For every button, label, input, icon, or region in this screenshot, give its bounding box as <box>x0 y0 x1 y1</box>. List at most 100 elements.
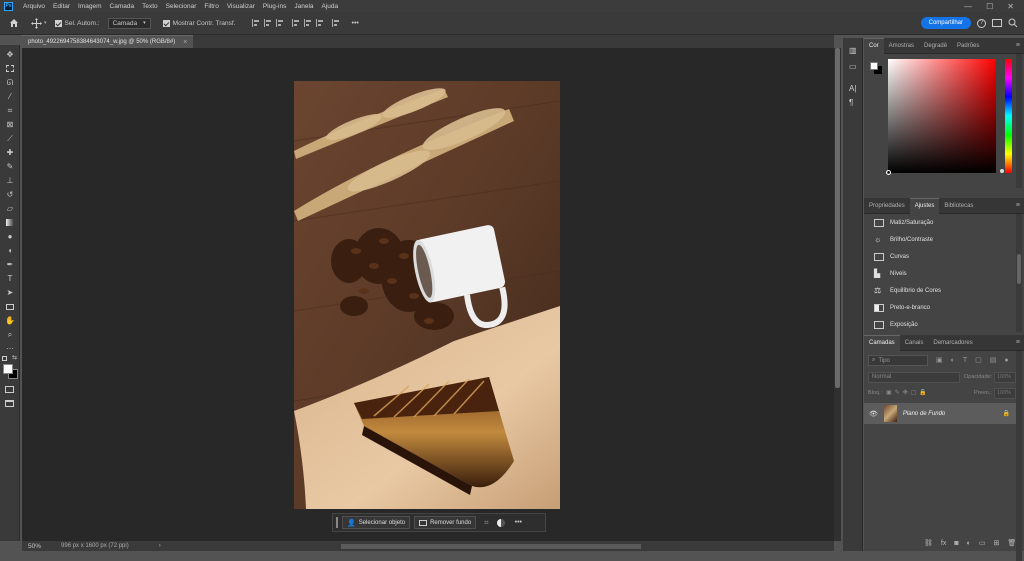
history-icon[interactable]: ▥ <box>849 46 857 55</box>
tab-cor[interactable]: Cor <box>864 37 884 54</box>
opacity-input[interactable]: 100% <box>994 372 1016 383</box>
adjust-item-hue-saturation[interactable]: Matiz/Saturação <box>864 214 1024 231</box>
layer-filter-search[interactable]: ⌕ Tipo <box>868 355 928 366</box>
adjust-item-color-balance[interactable]: ⚖ Equilíbrio de Cores <box>864 282 1024 299</box>
color-field[interactable] <box>888 59 996 173</box>
pen-tool-icon[interactable]: ✒ <box>5 260 15 270</box>
menu-selecionar[interactable]: Selecionar <box>162 3 201 10</box>
adjust-item-exposure[interactable]: Exposição <box>864 316 1024 332</box>
marquee-tool-icon[interactable] <box>5 64 15 74</box>
lock-icons[interactable]: ▣✎✥▢🔒 <box>886 389 930 396</box>
screen-mode-icon[interactable] <box>5 399 15 409</box>
align-left-icon[interactable] <box>251 19 260 27</box>
workspace-icon[interactable] <box>992 19 1002 27</box>
frame-tool-icon[interactable]: ⊠ <box>5 120 15 130</box>
new-layer-icon[interactable]: ⊞ <box>993 539 999 547</box>
document-tab[interactable]: photo_4922694758384643074_w.jpg @ 50% (R… <box>22 35 194 48</box>
blur-tool-icon[interactable]: ● <box>5 232 15 242</box>
panel-menu-icon[interactable]: ≡ <box>1016 42 1020 49</box>
canvas-area[interactable]: 👤 Selecionar objeto Remover fundo ⌗ ••• <box>22 48 834 541</box>
zoom-tool-icon[interactable]: ⌕ <box>5 330 15 340</box>
stamp-tool-icon[interactable]: ⊥ <box>5 176 15 186</box>
home-icon[interactable] <box>9 18 19 28</box>
menu-imagem[interactable]: Imagem <box>74 3 105 10</box>
healing-brush-icon[interactable]: ✚ <box>5 148 15 158</box>
tab-demarcadores[interactable]: Demarcadores <box>928 335 977 351</box>
panel-scrollbar[interactable] <box>1016 214 1022 332</box>
scrollbar-thumb[interactable] <box>340 543 641 549</box>
menu-ajuda[interactable]: Ajuda <box>318 3 343 10</box>
chevron-right-icon[interactable]: › <box>159 543 161 549</box>
type-tool-icon[interactable]: T <box>5 274 15 284</box>
document-info[interactable]: 996 px x 1600 px (72 ppi) <box>61 543 129 549</box>
adjustment-filter-icon[interactable]: ◐ <box>951 357 955 364</box>
tab-ajustes[interactable]: Ajustes <box>909 197 940 214</box>
document-image[interactable] <box>294 81 560 509</box>
panel-menu-icon[interactable]: ≡ <box>1016 339 1020 346</box>
link-icon[interactable]: ⛓ <box>924 539 933 547</box>
show-transform-checkbox[interactable] <box>162 19 170 27</box>
help-icon[interactable]: ? <box>977 18 986 28</box>
move-tool-icon[interactable]: ✥ <box>5 50 15 60</box>
more-options-button[interactable]: ••• <box>352 20 359 27</box>
align-top-icon[interactable] <box>291 19 300 27</box>
tab-camadas[interactable]: Camadas <box>864 334 900 351</box>
menu-janela[interactable]: Janela <box>290 3 317 10</box>
history-brush-icon[interactable]: ↺ <box>5 190 15 200</box>
align-middle-icon[interactable] <box>303 19 312 27</box>
hue-slider-handle[interactable] <box>1000 169 1004 173</box>
show-transform-option[interactable]: Mostrar Contr. Transf. <box>162 19 236 27</box>
menu-editar[interactable]: Editar <box>49 3 74 10</box>
zoom-level[interactable]: 50% <box>28 543 41 550</box>
tab-degrade[interactable]: Degradê <box>919 38 952 54</box>
layer-name[interactable]: Plano de Fundo <box>903 411 945 417</box>
tab-padroes[interactable]: Padrões <box>952 38 984 54</box>
shape-filter-icon[interactable]: ▢ <box>975 356 982 364</box>
distribute-icon[interactable] <box>331 19 340 27</box>
align-center-icon[interactable] <box>263 19 272 27</box>
share-button[interactable]: Compartilhar <box>920 17 971 29</box>
hue-slider[interactable] <box>1005 59 1012 173</box>
chevron-down-icon[interactable]: ▾ <box>44 20 47 26</box>
more-tools-icon[interactable]: ··· <box>5 344 15 354</box>
tab-amostras[interactable]: Amostras <box>884 38 919 54</box>
close-tab-icon[interactable]: × <box>183 39 187 46</box>
menu-arquivo[interactable]: Arquivo <box>19 3 49 10</box>
visibility-eye-icon[interactable]: 👁 <box>869 410 878 418</box>
panel-scrollbar[interactable] <box>1016 54 1022 188</box>
menu-camada[interactable]: Camada <box>106 3 139 10</box>
pixel-filter-icon[interactable]: ▣ <box>936 356 943 364</box>
eyedropper-icon[interactable]: ⟋ <box>5 134 15 144</box>
scrollbar-thumb[interactable] <box>1017 254 1021 284</box>
path-selection-icon[interactable]: ➤ <box>5 288 15 298</box>
remove-background-button[interactable]: Remover fundo <box>414 516 477 529</box>
menu-plugins[interactable]: Plug-ins <box>259 3 290 10</box>
adjust-item-black-white[interactable]: Preto-e-branco <box>864 299 1024 316</box>
mask-icon[interactable]: ◙ <box>954 540 958 547</box>
tab-propriedades[interactable]: Propriedades <box>864 198 910 214</box>
type-filter-icon[interactable]: T <box>963 357 967 364</box>
brush-tool-icon[interactable]: ✎ <box>5 162 15 172</box>
close-window-button[interactable]: ✕ <box>1007 2 1014 11</box>
auto-select-dropdown[interactable]: Camada ▾ <box>107 17 151 29</box>
filter-toggle-icon[interactable]: ● <box>1004 357 1008 364</box>
blend-mode-dropdown[interactable]: Normal <box>868 372 960 383</box>
foreground-color-swatch[interactable] <box>3 364 13 374</box>
scrollbar-thumb[interactable] <box>835 48 840 388</box>
dodge-tool-icon[interactable]: ◖ <box>5 246 15 256</box>
menu-texto[interactable]: Texto <box>138 3 162 10</box>
adjust-item-brightness-contrast[interactable]: ☼ Brilho/Contraste <box>864 231 1024 248</box>
auto-select-option[interactable]: Sel. Autom.: <box>54 19 100 27</box>
horizontal-scrollbar[interactable] <box>340 543 641 549</box>
adjustment-icon[interactable] <box>496 518 505 527</box>
default-colors-icon[interactable] <box>2 356 7 361</box>
move-tool-icon[interactable] <box>31 17 42 29</box>
eraser-icon[interactable]: ▱ <box>5 204 15 214</box>
swap-colors-icon[interactable]: ⇆ <box>12 354 17 361</box>
hand-tool-icon[interactable]: ✋ <box>5 316 15 326</box>
tab-canais[interactable]: Canais <box>900 335 929 351</box>
delete-icon[interactable]: 🗑 <box>1007 539 1016 547</box>
adjustment-layer-icon[interactable]: ◐ <box>967 540 971 547</box>
adjust-item-levels[interactable]: ▙ Níveis <box>864 265 1024 282</box>
gradient-tool-icon[interactable] <box>5 218 15 228</box>
